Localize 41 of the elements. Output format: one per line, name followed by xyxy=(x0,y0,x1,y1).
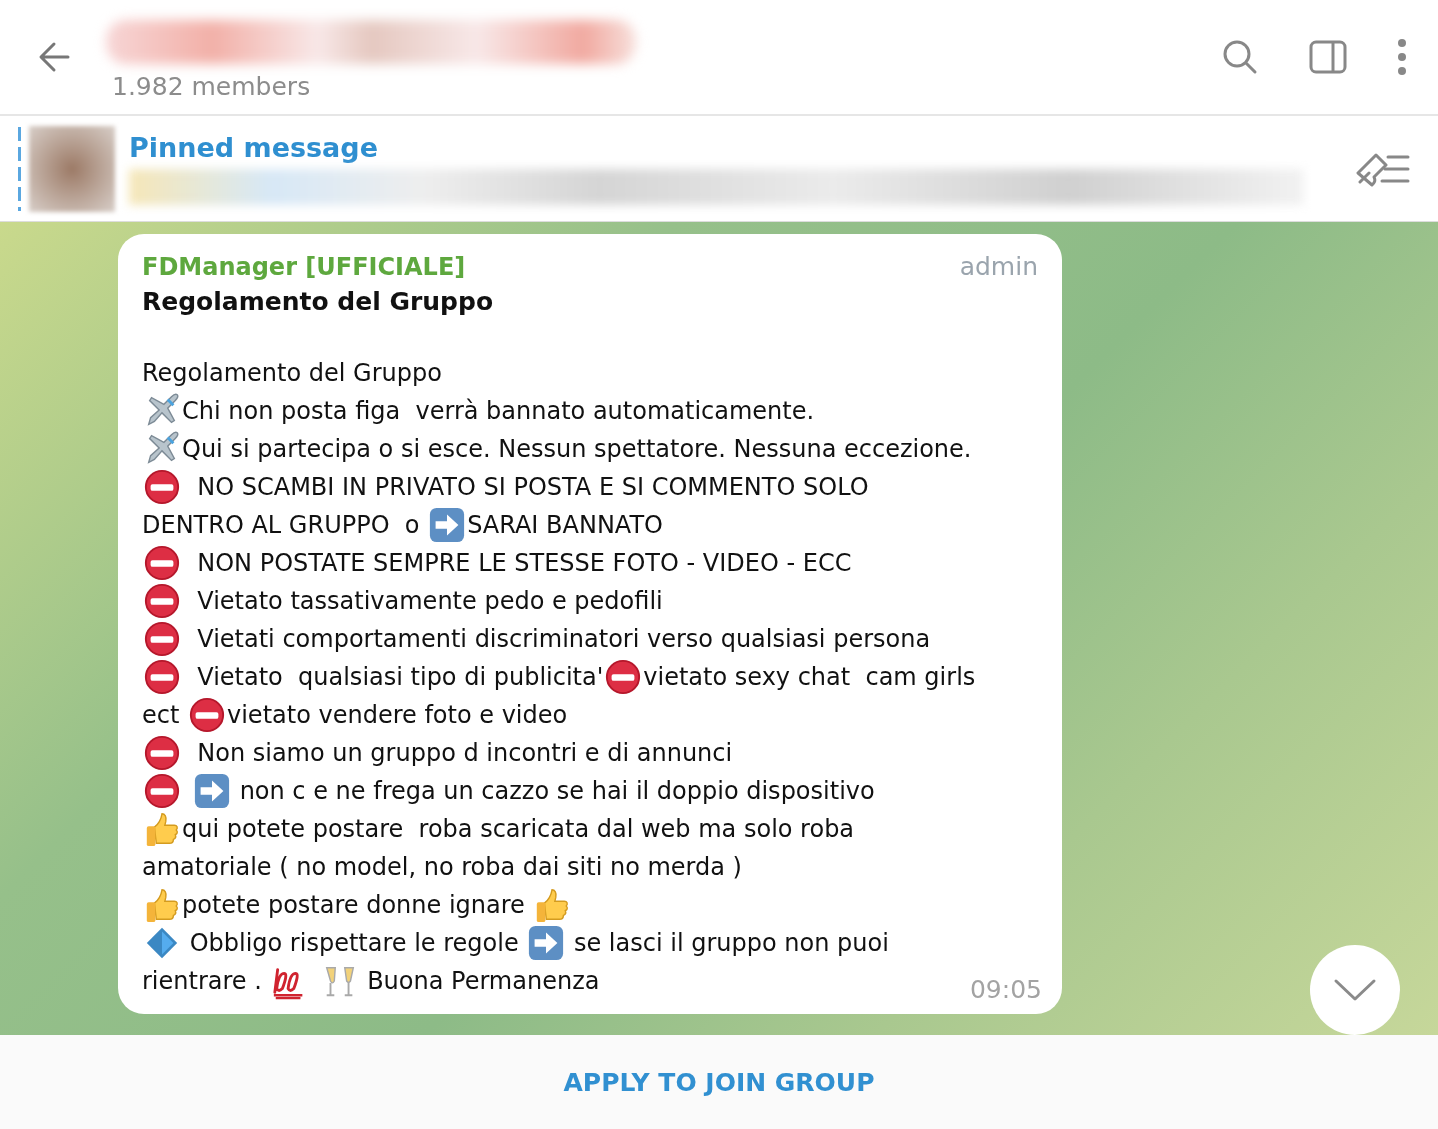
pinned-title: Pinned message xyxy=(129,132,379,163)
message-text: NO SCAMBI IN PRIVATO SI POSTA E SI COMMENTO SOLO xyxy=(196,472,869,503)
message-text: non c e ne frega un cazzo se hai il doppio dispositivo xyxy=(238,776,875,807)
message-title: Regolamento del Gruppo xyxy=(142,287,495,316)
message-text: Vietato qualsiasi tipo di publicita' xyxy=(196,662,604,693)
no-entry-icon xyxy=(142,772,182,810)
no-entry-icon xyxy=(187,696,227,734)
message-text: amatoriale ( no model, no roba dai siti no merda ) xyxy=(142,852,742,883)
message-text: Buona Permanenza xyxy=(366,966,600,997)
no-entry-icon xyxy=(142,620,182,658)
no-entry-icon xyxy=(142,734,182,772)
pinned-bar[interactable]: Pinned message xyxy=(0,116,1438,222)
message-text: Vietati comportamenti discriminatori verso qualsiasi persona xyxy=(196,624,931,655)
message-text: vietato sexy chat cam girls xyxy=(643,662,976,693)
member-count: 1.982 members xyxy=(112,71,312,101)
sender-name[interactable]: FDManager [UFFICIALE] xyxy=(142,253,466,281)
message-text: Vietato tassativamente pedo e pedofili xyxy=(196,586,663,617)
arrow-right-icon xyxy=(192,772,232,810)
admin-label: admin xyxy=(959,252,1038,281)
no-entry-icon xyxy=(142,468,182,506)
no-entry-icon xyxy=(142,658,182,696)
chevron-down-icon xyxy=(1333,978,1377,1002)
message-text: vietato vendere foto e video xyxy=(227,700,568,731)
more-icon[interactable] xyxy=(1396,37,1408,77)
message-text: Non siamo un gruppo d incontri e di annunci xyxy=(196,738,733,769)
message-text: se lasci il gruppo non puoi xyxy=(572,928,889,959)
message-time: 09:05 xyxy=(969,975,1042,1004)
join-group-button[interactable]: APPLY TO JOIN GROUP xyxy=(543,1057,895,1107)
message-text: DENTRO AL GRUPPO o xyxy=(142,510,421,541)
message-text: rientrare . xyxy=(142,966,263,997)
no-entry-icon xyxy=(142,582,182,620)
message-text: NON POSTATE SEMPRE LE STESSE FOTO - VIDEO - ECC xyxy=(196,548,852,579)
no-entry-icon xyxy=(142,544,182,582)
message-text: Chi non posta figa verrà bannato automaticamente. xyxy=(182,396,815,427)
message-text: Regolamento del Gruppo xyxy=(142,358,442,389)
message-text: Qui si partecipa o si esce. Nessun spettatore. Nessuna eccezione. xyxy=(182,434,972,465)
message-text: qui potete postare roba scaricata dal web ma solo roba xyxy=(182,814,855,845)
message-text: Obbligo rispettare le regole xyxy=(188,928,520,959)
message-text: potete postare donne ignare xyxy=(182,890,526,921)
message-text: SARAI BANNATO xyxy=(467,510,663,541)
message-text: ect xyxy=(142,700,181,731)
